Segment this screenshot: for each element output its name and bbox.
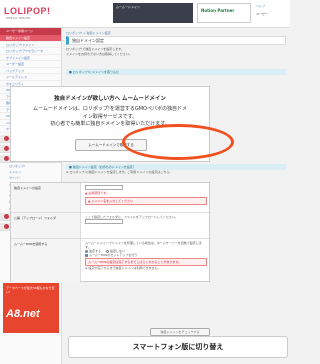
domain-content: ▲ 必須項目です。 ▲ ドメイン名を入力してください (85, 185, 207, 205)
setup-note: ※ ロリポップ!に独自ドメインを設定します。ご利用ドメインの設定はこちら。 (66, 170, 173, 174)
dns-help: ムームードメインでドメインを管理している場合は、ネームサーバーを自動で設定します… (85, 241, 202, 249)
promo-body: ムームードメインは、ロリポップ!を運営するGMOペパボの独自ドメ イン取得サービ… (11, 106, 209, 129)
dns-setup-checkbox[interactable] (85, 253, 88, 257)
muumuu-promo: 独自ドメインが欲しい方へ ムームードメイン ムームードメインは、ロリポップ!を運… (10, 86, 210, 162)
group-icon (4, 214, 9, 219)
form-row-folder: 公開（アップロード）フォルダ ここで指定したフォルダに、ファイルをアップロードし… (11, 213, 211, 239)
required-error: ▲ 必須項目です。 (85, 191, 109, 195)
group-icon (4, 136, 9, 141)
domain-label: 独自ドメインの設定 (11, 183, 81, 212)
user-menu[interactable]: ユーザー (256, 12, 268, 16)
promo-line: ムームードメインは、ロリポップ!を運営するGMOペパボの独自ドメ (33, 106, 187, 112)
dns-content: ムームードメインでドメインを管理している場合は、ネームサーバーを自動で設定します… (85, 241, 207, 270)
help-link[interactable]: ヘルプ (256, 4, 265, 8)
check-domain-button[interactable]: 独自ドメインをチェックする (150, 328, 210, 336)
header: LOLIPOP! RENTAL SERVER ムームードメイン Notion P… (0, 0, 290, 28)
folder-content: ここで指定したフォルダに、ファイルをアップロードしてください。 (85, 215, 207, 225)
section-heading-import: ■ ロリポップ!にドメインを取り込む (66, 69, 286, 75)
logo[interactable]: LOLIPOP! (4, 6, 51, 16)
switch-to-smartphone-button[interactable]: スマートフォン版に切り替え (68, 336, 288, 358)
form-row-dns: ムームーDNSを使用する ムームードメインでドメインを管理している場合は、ネーム… (11, 239, 211, 283)
domain-input[interactable] (85, 185, 123, 190)
get-domain-button[interactable]: ムームードメインで取得する (75, 139, 147, 151)
page-title: 独自ドメイン設定 (66, 36, 286, 45)
info-text: ロリポップ!で独自ドメインを設定します。 ドメインをお持ちでない方は取得してくだ… (66, 47, 286, 56)
dns-checkbox-row: ムームーDNSのセットアップを行う (85, 253, 207, 257)
group-icon (4, 146, 9, 151)
sidebar-ad[interactable]: データベースが最大50個もかなり安い! A8.net (3, 283, 59, 333)
info-line: ドメインをお持ちでない方は取得してください。 (66, 51, 132, 56)
ad-text: データベースが最大50個もかなり安い! (6, 286, 55, 294)
promo-line: 初心者でも簡単に独自ドメインを取得いただけます。 (50, 121, 170, 127)
form-row-domain: 独自ドメインの設定 ▲ 必須項目です。 ▲ ドメイン名を入力してください (11, 183, 211, 213)
folder-label: 公開（アップロード）フォルダ (11, 213, 81, 238)
dns-note: ※ 設定が完了するまで独自ドメインは利用できません。 (85, 266, 161, 270)
folder-input[interactable] (85, 219, 123, 224)
domain-error: ▲ ドメイン名を入力してください (85, 196, 207, 205)
group-icon (4, 156, 9, 161)
sidebar-title[interactable]: ユーザー専用ページ (0, 28, 61, 35)
main-content: ロリポップ! > 独自ドメイン設定 独自ドメイン設定 ロリポップ!で独自ドメイン… (66, 31, 286, 331)
logo-subtitle: RENTAL SERVER (6, 16, 31, 20)
dns-warning: ムームーDNSの設定は完了するまでしばらくかかることがあります。 (85, 258, 207, 266)
promo-title: 独自ドメインが欲しい方へ ムームードメイン (54, 96, 166, 102)
banner-1-text: ムームードメイン (116, 5, 140, 9)
group-icon (4, 224, 9, 229)
dns-checkbox-label: ムームーDNSのセットアップを行う (89, 253, 138, 257)
ad-brand: A8.net (6, 308, 40, 320)
promo-line: イン取得サービスです。 (82, 113, 138, 120)
dns-label: ムームーDNSを使用する (11, 239, 81, 283)
banner-2-text: Notion Partner (201, 8, 235, 13)
header-banner-1[interactable]: ムームードメイン (113, 3, 193, 23)
domain-setup-form: 独自ドメインの設定 ▲ 必須項目です。 ▲ ドメイン名を入力してください 公開（… (10, 182, 211, 283)
header-banner-2[interactable]: Notion Partner (197, 3, 251, 23)
